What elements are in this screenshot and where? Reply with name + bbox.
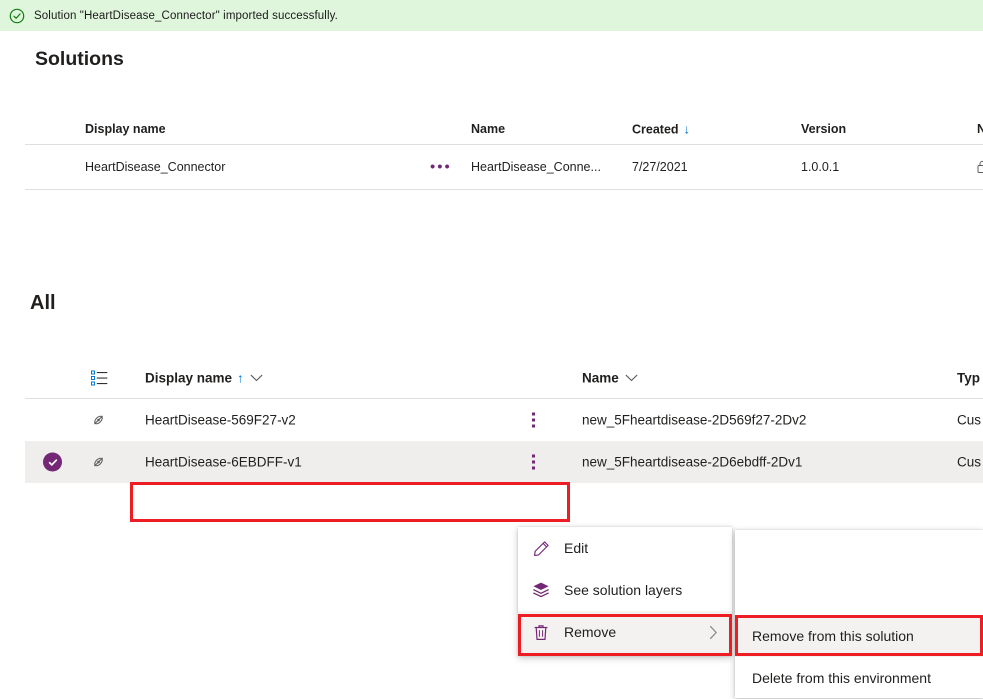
connector-icon xyxy=(91,413,106,428)
sort-ascending-icon: ↑ xyxy=(237,370,244,386)
trash-icon xyxy=(532,623,550,641)
remove-submenu: Remove from this solution Delete from th… xyxy=(735,530,983,698)
sort-descending-icon: ↓ xyxy=(683,121,691,137)
menu-item-remove[interactable]: Remove xyxy=(518,611,732,653)
all-column-name-label: Name xyxy=(582,370,619,386)
all-column-type[interactable]: Typ xyxy=(957,371,980,386)
more-options-icon[interactable] xyxy=(532,454,535,470)
menu-item-see-solution-layers[interactable]: See solution layers xyxy=(518,569,732,611)
solutions-row-divider xyxy=(25,189,983,190)
solutions-column-created[interactable]: Created ↓ xyxy=(632,122,690,137)
solutions-row-version: 1.0.0.1 xyxy=(801,160,840,174)
solutions-column-name[interactable]: Name xyxy=(471,122,505,136)
solutions-heading: Solutions xyxy=(35,48,124,70)
table-row[interactable]: HeartDisease_Connector ••• HeartDisease_… xyxy=(25,145,983,189)
list-view-icon[interactable] xyxy=(91,370,108,387)
more-options-icon[interactable] xyxy=(532,412,535,428)
solutions-row-display-name: HeartDisease_Connector xyxy=(85,160,226,174)
context-menu: Edit See solution layers Remove xyxy=(518,527,732,656)
managed-state-icon xyxy=(977,160,983,174)
solutions-column-partial[interactable]: N xyxy=(977,122,983,136)
all-column-name[interactable]: Name xyxy=(582,371,638,386)
all-heading: All xyxy=(30,292,56,314)
row-selected-checkbox[interactable] xyxy=(43,452,62,472)
submenu-item-delete-from-environment[interactable]: Delete from this environment xyxy=(735,657,983,699)
submenu-item-remove-from-solution[interactable]: Remove from this solution xyxy=(735,615,983,657)
menu-item-edit-label: Edit xyxy=(564,540,589,556)
all-row-type: Cus xyxy=(957,412,982,428)
menu-item-see-solution-layers-label: See solution layers xyxy=(564,582,683,598)
page-body: Solutions Display name Name Created ↓ Ver… xyxy=(0,31,983,698)
check-circle-icon xyxy=(9,8,25,24)
all-column-display-name[interactable]: Display name ↑ xyxy=(145,371,263,386)
all-row-display-name[interactable]: HeartDisease-569F27-v2 xyxy=(145,413,296,428)
solutions-table-header: Display name Name Created ↓ Version N xyxy=(25,113,983,145)
solutions-column-display-name[interactable]: Display name xyxy=(85,122,166,136)
menu-item-edit[interactable]: Edit xyxy=(518,527,732,569)
chevron-down-icon[interactable] xyxy=(250,374,263,383)
chevron-down-icon[interactable] xyxy=(625,374,638,383)
solutions-column-version[interactable]: Version xyxy=(801,122,846,136)
success-banner: Solution "HeartDisease_Connector" import… xyxy=(0,0,983,31)
chevron-right-icon xyxy=(709,625,718,640)
submenu-item-remove-from-solution-label: Remove from this solution xyxy=(752,628,914,644)
pencil-icon xyxy=(532,539,550,557)
solutions-row-name: HeartDisease_Conne... xyxy=(471,160,601,174)
all-row-display-name[interactable]: HeartDisease-6EBDFF-v1 xyxy=(145,455,302,470)
menu-item-remove-label: Remove xyxy=(564,624,617,640)
success-banner-message: Solution "HeartDisease_Connector" import… xyxy=(34,9,338,22)
table-row[interactable]: HeartDisease-6EBDFF-v1 new_5Fheartdiseas… xyxy=(25,441,983,483)
all-table-header: Display name ↑ Name Typ xyxy=(25,358,983,398)
connector-icon xyxy=(91,455,106,470)
layers-icon xyxy=(532,581,550,599)
all-column-display-name-label: Display name xyxy=(145,370,233,386)
solutions-row-created: 7/27/2021 xyxy=(632,160,688,174)
submenu-item-delete-from-environment-label: Delete from this environment xyxy=(752,670,931,686)
all-row-name: new_5Fheartdisease-2D6ebdff-2Dv1 xyxy=(582,454,803,470)
submenu-spacer xyxy=(735,530,983,615)
highlight-box-selected-row xyxy=(130,482,570,522)
all-row-name: new_5Fheartdisease-2D569f27-2Dv2 xyxy=(582,412,807,428)
all-row-type: Cus xyxy=(957,454,982,470)
table-row[interactable]: HeartDisease-569F27-v2 new_5Fheartdiseas… xyxy=(25,399,983,441)
solutions-column-created-label: Created xyxy=(632,122,679,137)
more-options-icon[interactable]: ••• xyxy=(430,160,452,175)
